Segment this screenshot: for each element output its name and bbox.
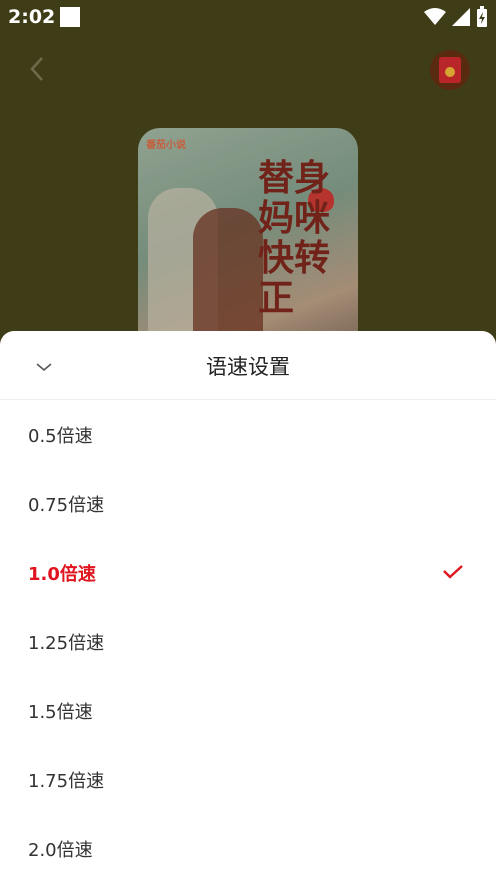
battery-icon [477, 6, 487, 27]
speed-option-label: 1.0倍速 [28, 563, 96, 585]
speed-option-0.5[interactable]: 0.5倍速 [0, 400, 496, 469]
speed-option-label: 1.5倍速 [28, 701, 93, 723]
speed-option-label: 0.5倍速 [28, 425, 93, 447]
red-envelope-icon [439, 57, 461, 83]
cover-title: 替身妈咪快转正 [258, 157, 331, 319]
speed-option-label: 1.25倍速 [28, 632, 105, 654]
speed-settings-sheet: 语速设置 0.5倍速 0.75倍速 1.0倍速 1.25倍速 1.5倍速 1.7… [0, 331, 496, 883]
wifi-icon [424, 8, 446, 25]
notification-icon [60, 7, 80, 27]
speed-option-1.5[interactable]: 1.5倍速 [0, 676, 496, 745]
back-button[interactable] [24, 52, 54, 86]
system-icons [424, 6, 488, 28]
signal-icon [452, 8, 470, 26]
cover-brand: 番茄小说 [146, 140, 186, 151]
status-bar: 2:02 [0, 0, 496, 34]
sheet-title: 语速设置 [206, 355, 290, 379]
speed-option-1.0[interactable]: 1.0倍速 [0, 538, 496, 607]
checkmark-icon [443, 565, 463, 579]
speed-option-1.75[interactable]: 1.75倍速 [0, 745, 496, 814]
speed-option-label: 0.75倍速 [28, 494, 105, 516]
speed-option-label: 2.0倍速 [28, 839, 93, 861]
sheet-header: 语速设置 [0, 331, 496, 400]
status-time: 2:02 [8, 6, 56, 28]
chevron-left-icon [30, 57, 43, 81]
red-envelope-button[interactable] [430, 50, 470, 90]
speed-option-0.75[interactable]: 0.75倍速 [0, 469, 496, 538]
speed-option-label: 1.75倍速 [28, 770, 105, 792]
speed-option-1.25[interactable]: 1.25倍速 [0, 607, 496, 676]
speed-option-2.0[interactable]: 2.0倍速 [0, 814, 496, 883]
